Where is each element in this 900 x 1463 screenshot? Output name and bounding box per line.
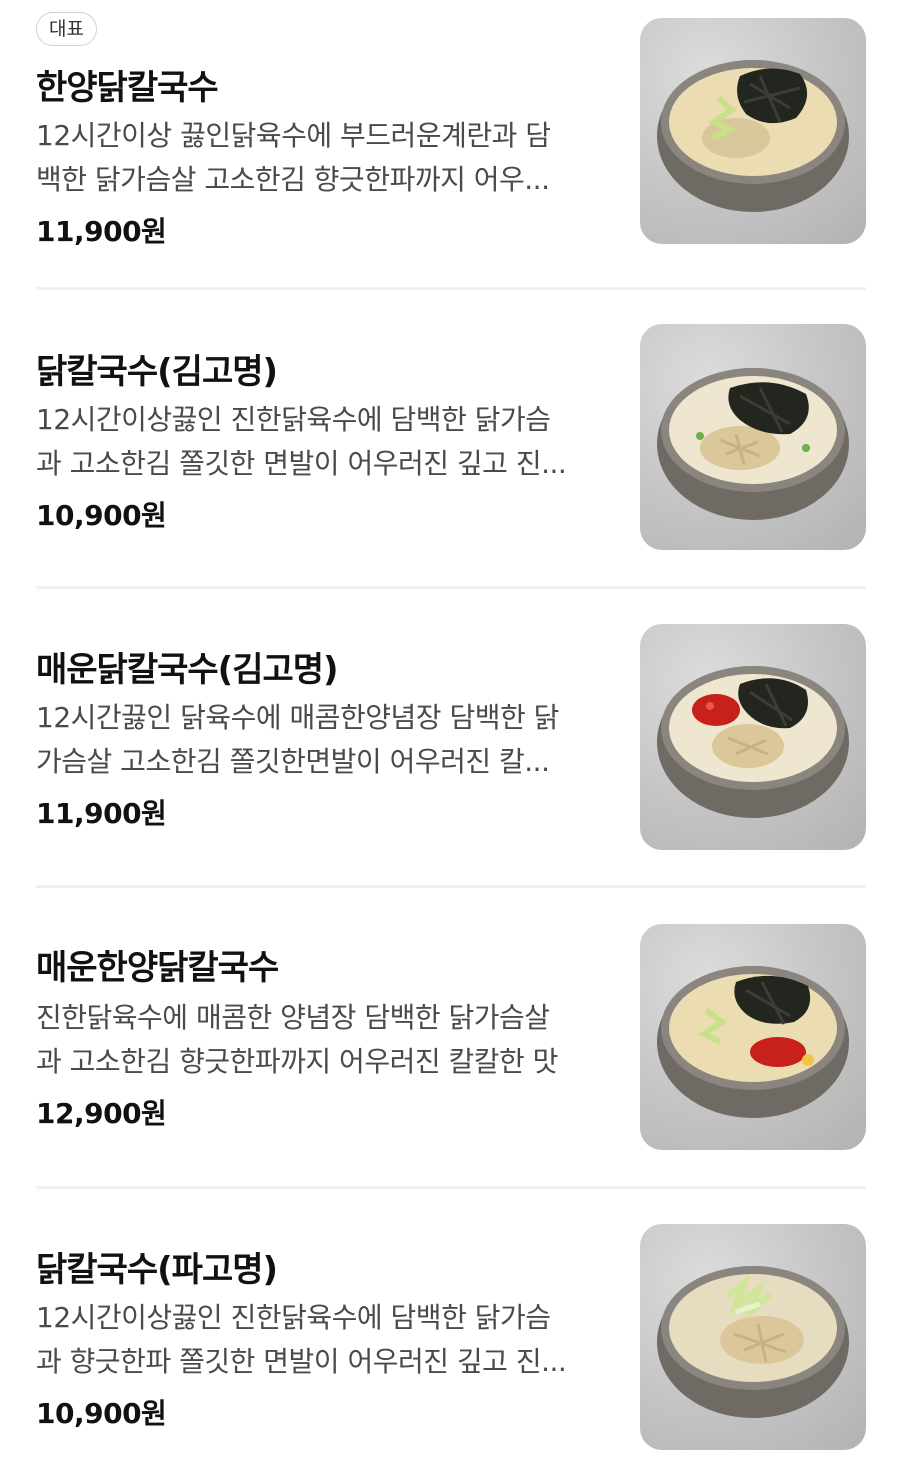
- menu-item[interactable]: 닭칼국수(파고명) 12시간이상끓인 진한닭육수에 담백한 닭가슴 과 향긋한파…: [0, 1188, 900, 1463]
- menu-item-title: 매운닭칼국수(김고명): [36, 650, 339, 690]
- menu-item-description: 12시간이상끓인 진한닭육수에 담백한 닭가슴 과 향긋한파 쫄깃한 면발이 어…: [36, 1301, 567, 1378]
- bowl-seaweed-chicken-icon: [640, 324, 866, 550]
- menu-item-title: 매운한양닭칼국수: [36, 948, 279, 988]
- menu-item-description: 12시간끓인 닭육수에 매콤한양념장 담백한 닭 가슴살 고소한김 쫄깃한면발이…: [36, 701, 559, 778]
- menu-item-price: 11,900원: [36, 797, 167, 830]
- bowl-greenonion-chicken-icon: [640, 1224, 866, 1450]
- bowl-seaweed-greenonion-icon: [640, 18, 866, 244]
- menu-item-title: 닭칼국수(김고명): [36, 352, 278, 392]
- representative-badge: 대표: [36, 12, 97, 46]
- menu-item[interactable]: 매운한양닭칼국수 진한닭육수에 매콤한 양념장 담백한 닭가슴살 과 고소한김 …: [0, 888, 900, 1186]
- menu-item-description: 진한닭육수에 매콤한 양념장 담백한 닭가슴살 과 고소한김 향긋한파까지 어우…: [36, 1001, 558, 1078]
- menu-item-title: 닭칼국수(파고명): [36, 1250, 278, 1290]
- menu-item-price: 10,900원: [36, 1397, 167, 1430]
- menu-item-description: 12시간이상 끓인닭육수에 부드러운계란과 담 백한 닭가슴살 고소한김 향긋한…: [36, 119, 551, 196]
- menu-item-price: 12,900원: [36, 1097, 167, 1130]
- menu-item-price: 10,900원: [36, 499, 167, 532]
- bowl-seaweed-chili-icon: [640, 624, 866, 850]
- menu-item-price: 11,900원: [36, 215, 167, 248]
- menu-item[interactable]: 매운닭칼국수(김고명) 12시간끓인 닭육수에 매콤한양념장 담백한 닭 가슴살…: [0, 588, 900, 886]
- menu-item-description: 12시간이상끓인 진한닭육수에 담백한 닭가슴 과 고소한김 쫄깃한 면발이 어…: [36, 403, 567, 480]
- bowl-seaweed-chili-greenonion-icon: [640, 924, 866, 1150]
- menu-item[interactable]: 대표 한양닭칼국수 12시간이상 끓인닭육수에 부드러운계란과 담 백한 닭가슴…: [0, 0, 900, 290]
- menu-item[interactable]: 닭칼국수(김고명) 12시간이상끓인 진한닭육수에 담백한 닭가슴 과 고소한김…: [0, 290, 900, 588]
- menu-item-title: 한양닭칼국수: [36, 68, 219, 108]
